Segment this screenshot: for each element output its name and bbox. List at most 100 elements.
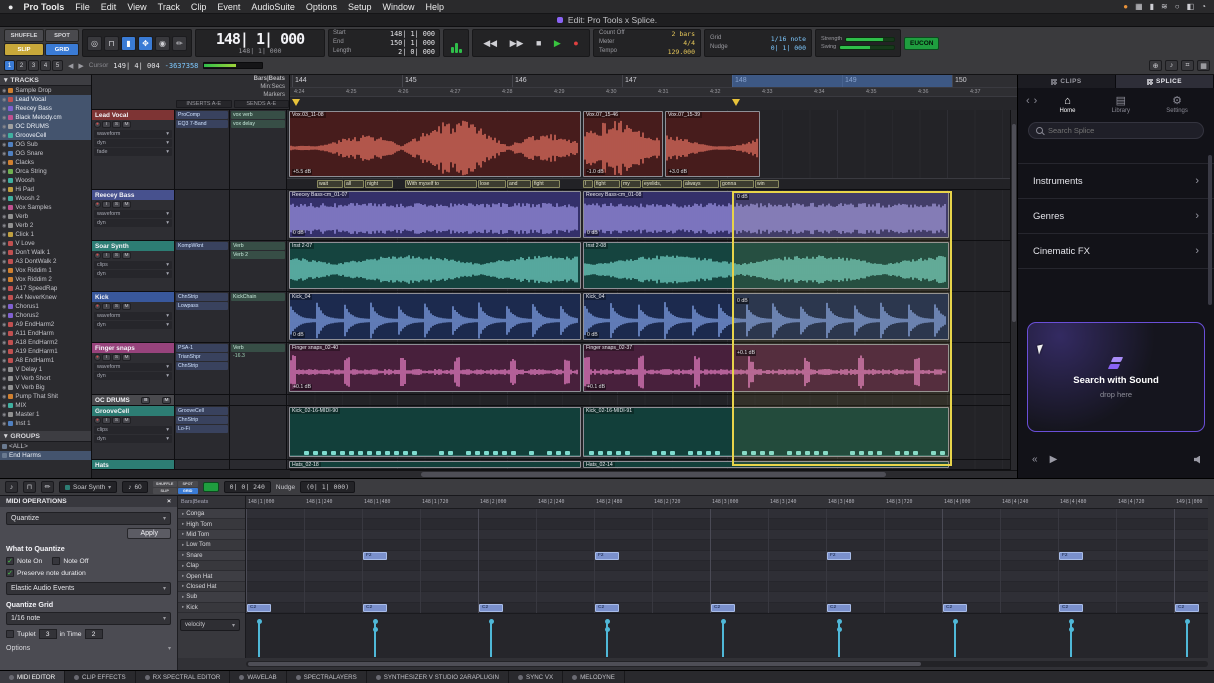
scroll-left-icon[interactable]: ◀ <box>68 62 73 70</box>
track-input-button[interactable]: I <box>102 121 111 128</box>
sidebar-track-item[interactable]: ◉Black Melody.cm <box>0 113 91 122</box>
midi-lane-row[interactable] <box>246 561 1208 571</box>
apple-menu-icon[interactable]: ● <box>8 2 13 12</box>
sidebar-track-item[interactable]: ◉V Delay 1 <box>0 365 91 374</box>
sidebar-track-item[interactable]: ◉Vox Samples <box>0 203 91 212</box>
midi-nudge-field[interactable]: (0| 1| 000) <box>300 481 355 493</box>
send-slot[interactable]: vox delay <box>231 120 285 128</box>
track-show-icon[interactable]: ◉ <box>2 124 6 130</box>
sidebar-track-item[interactable]: ◉Reecey Bass <box>0 104 91 113</box>
timeline-selection-band[interactable] <box>732 75 952 88</box>
sidebar-track-item[interactable]: ◉Pump That Shit <box>0 392 91 401</box>
track-name[interactable]: Soar Synth <box>92 241 174 251</box>
midi-note[interactable]: C2 <box>711 604 735 612</box>
mirrored-midi-icon[interactable]: ♪ <box>1165 60 1178 71</box>
play-sample-icon[interactable]: ▶ <box>1050 454 1058 465</box>
sidebar-track-item[interactable]: ◉A19 EndHarm1 <box>0 347 91 356</box>
insert-slot[interactable]: Lo-Fi <box>176 425 228 433</box>
midi-lanes[interactable]: C2C2C2C2C2C2C2C2C2F2F2F2F2 <box>246 509 1208 613</box>
search-with-sound-dropzone[interactable]: Search with Sound drop here <box>1027 322 1205 432</box>
mode-button-shuffle[interactable]: SHUFFLE <box>4 29 44 42</box>
apply-button[interactable]: Apply <box>127 528 171 539</box>
group-item[interactable]: End Harms <box>0 451 91 460</box>
track-show-icon[interactable]: ◉ <box>2 421 6 427</box>
audio-clip[interactable]: Vox.03_11-08+5.5 dB <box>289 111 581 177</box>
bottom-tab-clip-effects[interactable]: CLIP EFFECTS <box>65 671 136 683</box>
track-name[interactable]: Lead Vocal <box>92 110 174 120</box>
track-header[interactable]: Finger snaps●ISMwaveform▾dyn▾ <box>92 343 175 394</box>
ruler-mins[interactable]: 4:244:254:264:274:284:294:304:314:324:33… <box>290 88 1017 97</box>
track-show-icon[interactable]: ◉ <box>2 304 6 310</box>
track-show-icon[interactable]: ◉ <box>2 322 6 328</box>
track-name[interactable]: Reecey Bass <box>92 190 174 200</box>
lyric-marker[interactable]: always <box>683 180 719 188</box>
splice-search[interactable] <box>1028 122 1204 139</box>
zoom-preset-3[interactable]: 3 <box>28 60 39 71</box>
track-solo-button[interactable]: S <box>112 121 121 128</box>
track-badge-b[interactable]: B <box>141 397 150 404</box>
sidebar-track-item[interactable]: ◉OG Sub <box>0 140 91 149</box>
splice-category-cinematic-fx[interactable]: Cinematic FX› <box>1018 234 1214 269</box>
track-mute-button[interactable]: M <box>122 417 131 424</box>
drum-lane-open-hat[interactable]: ▸Open Hat <box>178 571 245 581</box>
track-solo-button[interactable]: S <box>112 303 121 310</box>
midi-lane-row[interactable] <box>246 509 1208 519</box>
sidebar-track-item[interactable]: ◉V Verb Big <box>0 383 91 392</box>
midi-velocity[interactable] <box>246 613 1208 658</box>
track-header[interactable]: Soar Synth●ISMclips▾dyn▾ <box>92 241 175 291</box>
bottom-tab-rx-spectral-editor[interactable]: RX SPECTRAL EDITOR <box>136 671 231 683</box>
splice-nav-settings[interactable]: ⚙Settings <box>1166 96 1188 114</box>
checkbox[interactable]: ✓ <box>6 557 14 565</box>
mode-button-spot[interactable]: SPOT <box>45 29 79 42</box>
midi-note[interactable]: C2 <box>827 604 851 612</box>
zoom-preset-1[interactable]: 1 <box>4 60 15 71</box>
track-input-button[interactable]: I <box>102 201 111 208</box>
drum-lane-closed-hat[interactable]: ▸Closed Hat <box>178 582 245 592</box>
track-solo-button[interactable]: S <box>112 201 121 208</box>
midi-lane-row[interactable] <box>246 582 1208 592</box>
pencil-tool[interactable]: ✏ <box>172 36 187 51</box>
track-show-icon[interactable]: ◉ <box>2 412 6 418</box>
midi-mode-shuffle[interactable]: SHUFFLE <box>153 481 177 487</box>
velocity-stem[interactable] <box>490 623 492 657</box>
sidebar-track-item[interactable]: ◉Verb <box>0 212 91 221</box>
track-header[interactable]: OC DRUMSBM <box>92 395 175 405</box>
lyric-marker[interactable]: my <box>621 180 641 188</box>
checkbox[interactable] <box>52 557 60 565</box>
bottom-tab-synthesizer-v-studio-2araplugin[interactable]: SYNTHESIZER V STUDIO 2ARAPLUGIN <box>367 671 509 683</box>
record-enable-button[interactable]: ● <box>94 303 101 310</box>
track-show-icon[interactable]: ◉ <box>2 241 6 247</box>
drum-lane-low-tom[interactable]: ▸Low Tom <box>178 540 245 550</box>
clock-icon[interactable]: ◔ <box>1201 2 1206 11</box>
midi-lane-row[interactable] <box>246 519 1208 529</box>
send-slot[interactable]: KickChain <box>231 293 285 301</box>
scrollbar-thumb[interactable] <box>248 662 921 666</box>
track-input-button[interactable]: I <box>102 417 111 424</box>
menu-view[interactable]: View <box>127 2 146 12</box>
track-show-icon[interactable]: ◉ <box>2 349 6 355</box>
midi-note[interactable]: C2 <box>595 604 619 612</box>
menu-audiosuite[interactable]: AudioSuite <box>251 2 295 12</box>
insert-slot[interactable]: PSA-1 <box>176 344 228 352</box>
menu-file[interactable]: File <box>75 2 90 12</box>
track-view-selector[interactable]: waveform▾ <box>94 130 172 138</box>
operation-select[interactable]: Quantize ▾ <box>6 512 171 525</box>
field-value[interactable]: 2| 0| 000 <box>398 48 435 56</box>
track-show-icon[interactable]: ◉ <box>2 160 6 166</box>
close-icon[interactable]: × <box>167 498 171 505</box>
scrollbar-thumb[interactable] <box>1012 124 1016 322</box>
nav-back-icon[interactable]: ‹ <box>1026 96 1030 106</box>
velocity-stem[interactable] <box>954 623 956 657</box>
track-header[interactable]: Reecey Bass●ISMwaveform▾dyn▾ <box>92 190 175 240</box>
volume-icon[interactable] <box>1194 456 1200 464</box>
lyric-marker[interactable]: fight <box>594 180 620 188</box>
splice-nav-library[interactable]: ▤Library <box>1112 96 1130 114</box>
menu-options[interactable]: Options <box>306 2 337 12</box>
vertical-scrollbar[interactable] <box>1010 110 1017 470</box>
track-view-selector[interactable]: dyn▾ <box>94 435 172 443</box>
track-show-icon[interactable]: ◉ <box>2 367 6 373</box>
insert-slot[interactable]: ProComp <box>176 111 228 119</box>
memory-marker-icon[interactable] <box>292 99 300 106</box>
track-show-icon[interactable]: ◉ <box>2 133 6 139</box>
audio-clip[interactable]: Kick_040 dB <box>289 293 581 340</box>
